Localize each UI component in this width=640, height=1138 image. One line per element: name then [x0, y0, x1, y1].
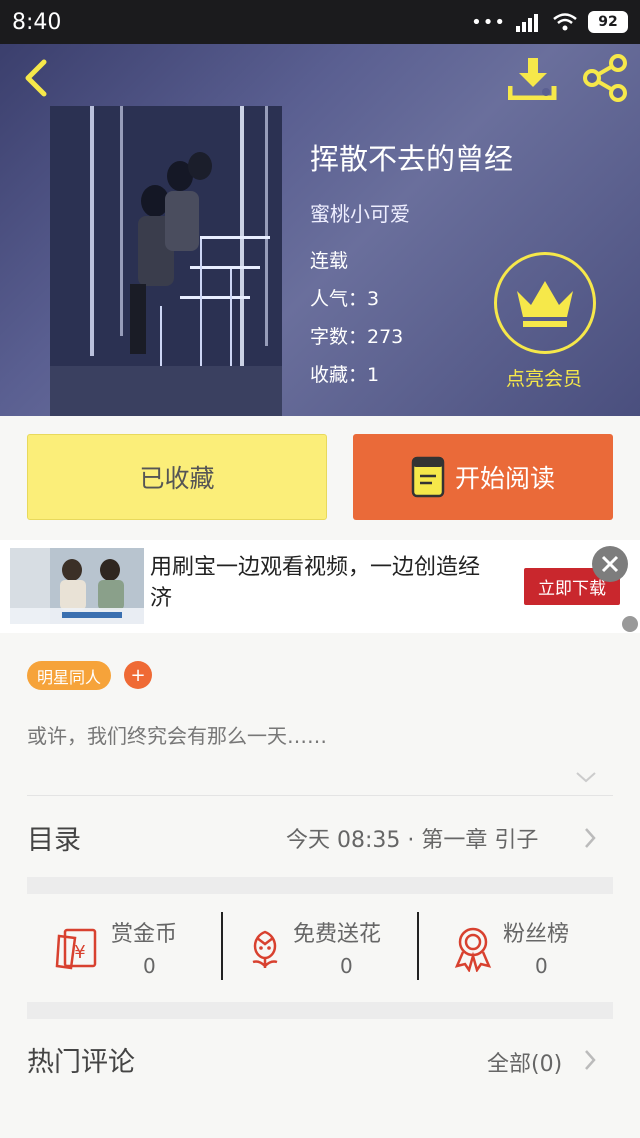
- start-reading-button[interactable]: 开始阅读: [353, 434, 613, 520]
- book-title: 挥散不去的曾经: [310, 142, 514, 176]
- svg-text:¥: ¥: [74, 942, 85, 963]
- book-word-count: 字数：273: [310, 326, 404, 348]
- book-author[interactable]: 蜜桃小可爱: [310, 198, 410, 227]
- flower-icon: [252, 930, 278, 968]
- divider: [27, 795, 613, 796]
- ribbon-medal-icon: [454, 927, 492, 972]
- add-tag-button[interactable]: +: [124, 661, 152, 689]
- chevron-down-icon[interactable]: [574, 768, 598, 786]
- section-separator: [27, 1002, 613, 1019]
- signal-icon: [516, 14, 538, 32]
- ad-close-button[interactable]: [592, 546, 628, 582]
- support-stats: ¥ 赏金币 0 免费送花 0 粉丝榜 0: [27, 902, 613, 992]
- book-header: 挥散不去的曾经 蜜桃小可爱 连载 人气：3 字数：273 收藏：1 点亮会员: [0, 44, 640, 416]
- stat-reward-coins[interactable]: ¥ 赏金币 0: [27, 902, 223, 992]
- member-badge-button[interactable]: [494, 252, 596, 354]
- battery-indicator: 92: [588, 11, 628, 33]
- hot-comments-title: 热门评论: [27, 1047, 135, 1078]
- member-label[interactable]: 点亮会员: [484, 364, 604, 391]
- status-bar: 8:40 ••• 92: [0, 0, 640, 44]
- share-icon[interactable]: [580, 54, 630, 102]
- download-icon[interactable]: [508, 56, 558, 100]
- book-cover-image: [50, 106, 282, 416]
- stat-free-flowers[interactable]: 免费送花 0: [223, 902, 419, 992]
- stat-divider: [417, 912, 419, 980]
- book-intro: 或许，我们终究会有那么一天……: [27, 724, 327, 748]
- close-icon: [601, 555, 619, 573]
- book-status: 连载: [310, 250, 349, 272]
- stat-label: 免费送花: [293, 922, 382, 947]
- book-icon: [411, 456, 445, 498]
- stat-divider: [221, 912, 223, 980]
- stat-label: 赏金币: [111, 922, 178, 947]
- stat-value: 0: [340, 954, 353, 978]
- stat-fan-ranking[interactable]: 粉丝榜 0: [419, 902, 613, 992]
- collected-button[interactable]: 已收藏: [27, 434, 327, 520]
- red-envelope-icon: ¥: [55, 928, 97, 970]
- catalog-title[interactable]: 目录: [27, 818, 81, 857]
- stat-label: 粉丝榜: [503, 922, 570, 947]
- all-comments-link[interactable]: 全部(0): [487, 1046, 562, 1078]
- collected-label: 已收藏: [139, 464, 215, 493]
- book-popularity: 人气：3: [310, 288, 380, 310]
- section-separator: [27, 877, 613, 894]
- cover-stage-illustration: [50, 106, 282, 416]
- chevron-right-icon[interactable]: [583, 1048, 597, 1072]
- wifi-icon: [553, 13, 577, 31]
- tag-item[interactable]: 明星同人: [27, 661, 112, 690]
- start-reading-label: 开始阅读: [454, 464, 555, 493]
- chevron-right-icon[interactable]: [583, 826, 597, 850]
- book-favorites: 收藏：1: [310, 364, 380, 386]
- status-time: 8:40: [12, 9, 62, 35]
- notification-dots-icon: •••: [471, 11, 506, 33]
- stat-value: 0: [143, 954, 156, 978]
- stat-value: 0: [535, 954, 548, 978]
- back-arrow-icon[interactable]: [18, 58, 58, 98]
- crown-icon: [517, 281, 573, 327]
- ad-thumbnail: [10, 548, 144, 624]
- status-icons: ••• 92: [471, 11, 628, 33]
- book-detail-screen: 8:40 ••• 92 挥散不去的曾经 蜜桃小可爱 连载 人气：3 字数：273…: [0, 0, 640, 1138]
- ad-text[interactable]: 用刷宝一边观看视频，一边创造经济: [150, 552, 490, 614]
- ad-mark-icon: [622, 616, 638, 632]
- catalog-latest-chapter[interactable]: 今天 08:35 · 第一章 引子: [286, 822, 538, 854]
- ad-thumbnail-illustration: [10, 548, 144, 624]
